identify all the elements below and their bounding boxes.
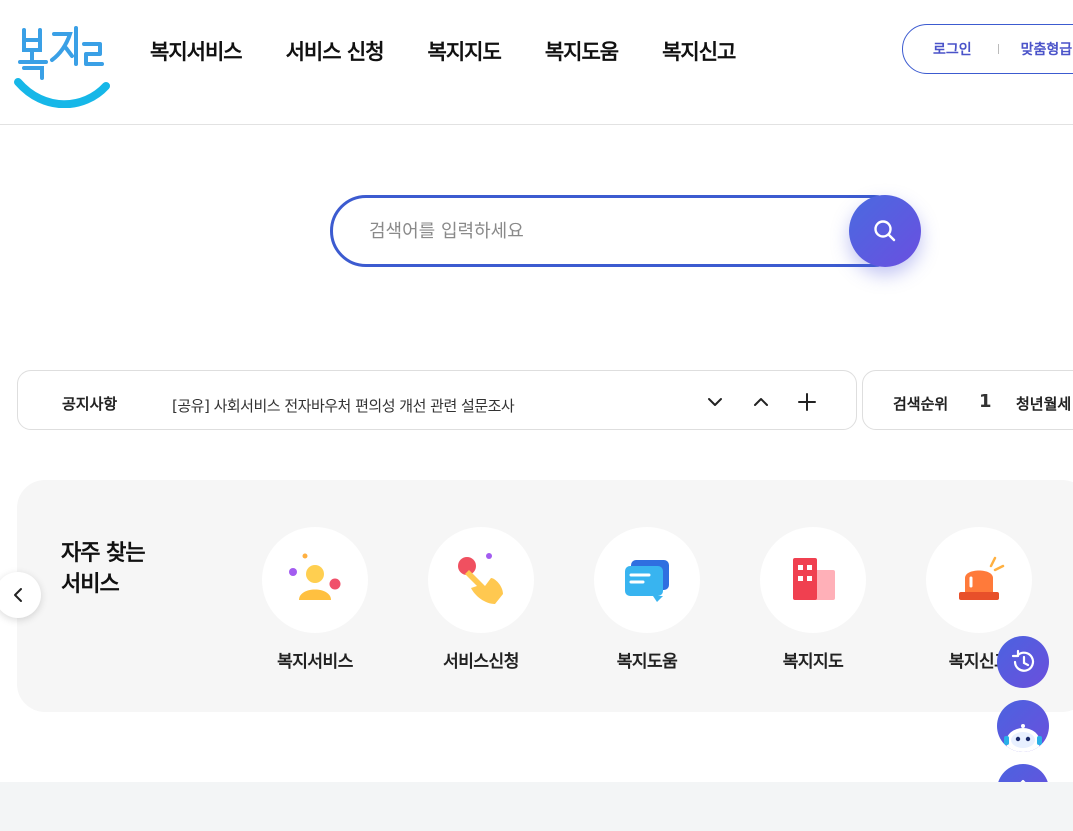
- chevron-left-icon: [14, 588, 22, 602]
- frequent-title-line1: 자주 찾는: [61, 541, 146, 566]
- logo-mark-icon: [14, 26, 110, 109]
- nav-welfare-report[interactable]: 복지신고: [662, 36, 736, 66]
- chevron-down-icon: [708, 398, 722, 406]
- ranking-number: 1: [979, 391, 992, 412]
- nav-welfare-service[interactable]: 복지서비스: [150, 36, 243, 66]
- nav-welfare-help[interactable]: 복지도움: [545, 36, 619, 66]
- service-icon-circle: [760, 527, 866, 633]
- notice-bar: 공지사항 [공유] 사회서비스 전자바우처 편의성 개선 관련 설문조사: [17, 370, 857, 430]
- service-label: 복지서비스: [277, 652, 353, 672]
- main-nav: 복지서비스 서비스 신청 복지지도 복지도움 복지신고: [150, 36, 779, 66]
- util-menu: 로그인 맞춤형급: [902, 24, 1073, 74]
- siren-icon: [959, 556, 1005, 600]
- frequent-services-title: 자주 찾는 서비스: [61, 538, 146, 600]
- chat-card-icon: [625, 560, 669, 602]
- search-ranking: 검색순위 1 청년월세: [862, 370, 1073, 430]
- recent-history-button[interactable]: [997, 636, 1049, 688]
- login-link[interactable]: 로그인: [933, 39, 972, 59]
- service-icon-circle: [594, 527, 700, 633]
- service-item-apply[interactable]: 서비스신청: [428, 527, 534, 672]
- util-divider: [997, 44, 999, 54]
- service-item-help[interactable]: 복지도움: [594, 527, 700, 672]
- frequent-services: 자주 찾는 서비스 복지서비스 서비스신청 복지도움 복지지도 복지신고: [17, 480, 1073, 712]
- search-box: [330, 195, 910, 267]
- building-icon: [793, 558, 835, 600]
- site-logo[interactable]: [14, 20, 110, 109]
- person-icon: [289, 553, 341, 600]
- chatbot-icon: [1004, 724, 1042, 752]
- notice-item-link[interactable]: [공유] 사회서비스 전자바우처 편의성 개선 관련 설문조사: [172, 395, 515, 416]
- search-button[interactable]: [849, 195, 921, 267]
- service-item-map[interactable]: 복지지도: [760, 527, 866, 672]
- search-input[interactable]: [369, 216, 829, 246]
- service-label: 서비스신청: [443, 652, 519, 672]
- notice-more-button[interactable]: [796, 391, 818, 413]
- service-icon-circle: [262, 527, 368, 633]
- notice-next-button[interactable]: [704, 391, 726, 413]
- service-icon-circle: [428, 527, 534, 633]
- nav-service-apply[interactable]: 서비스 신청: [286, 36, 385, 66]
- search-icon: [874, 220, 896, 242]
- ranking-title: 검색순위: [893, 395, 949, 413]
- history-icon: [1011, 649, 1035, 672]
- nav-welfare-map[interactable]: 복지지도: [428, 36, 502, 66]
- service-label: 복지도움: [616, 652, 678, 672]
- frequent-title-line2: 서비스: [61, 572, 120, 597]
- plus-icon: [798, 393, 816, 411]
- service-item-welfare[interactable]: 복지서비스: [262, 527, 368, 672]
- hand-tap-icon: [458, 553, 503, 604]
- chatbot-button[interactable]: [997, 700, 1049, 752]
- service-icon-circle: [926, 527, 1032, 633]
- notice-title: 공지사항: [62, 395, 118, 413]
- site-header: 복지서비스 서비스 신청 복지지도 복지도움 복지신고 로그인 맞춤형급: [0, 0, 1073, 125]
- service-label: 복지지도: [782, 652, 844, 672]
- notice-prev-button[interactable]: [750, 391, 772, 413]
- footer-band: [0, 782, 1073, 831]
- ranking-keyword-link[interactable]: 청년월세: [1016, 393, 1071, 414]
- chevron-up-icon: [754, 398, 768, 406]
- custom-benefit-link[interactable]: 맞춤형급: [1021, 39, 1073, 59]
